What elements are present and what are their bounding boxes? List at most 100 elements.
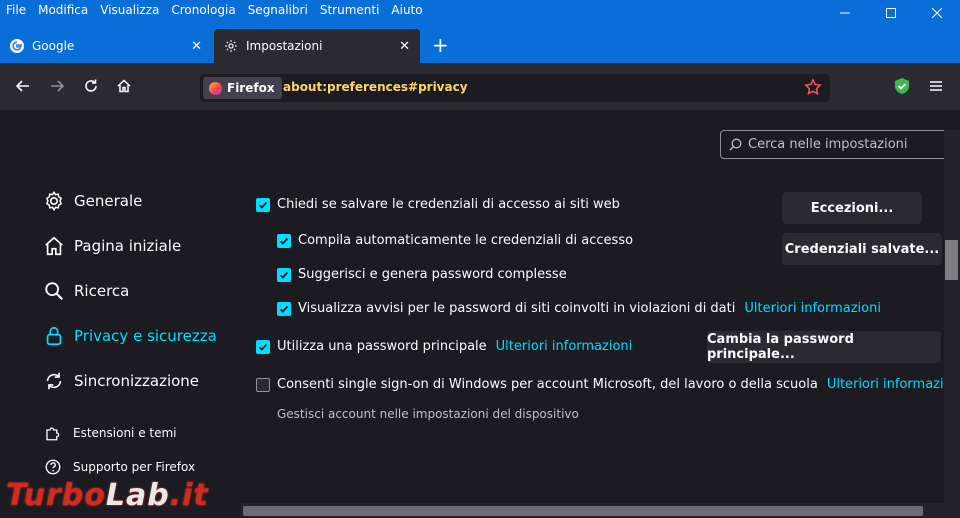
sidebar-item-pagina-iniziale[interactable]: Pagina iniziale bbox=[42, 234, 181, 258]
sync-icon bbox=[42, 369, 66, 393]
saved-logins-button[interactable]: Credenziali salvate... bbox=[782, 233, 942, 265]
breach-alerts-row: Visualizza avvisi per le password di sit… bbox=[277, 301, 881, 316]
suggest-passwords-row: Suggerisci e genera password complesse bbox=[277, 267, 567, 282]
sidebar-item-sincronizzazione[interactable]: Sincronizzazione bbox=[42, 369, 199, 393]
vertical-scrollbar[interactable] bbox=[944, 130, 960, 505]
help-icon bbox=[42, 456, 64, 478]
maximize-button[interactable] bbox=[868, 0, 914, 26]
close-window-button[interactable] bbox=[914, 0, 960, 26]
turbolab-watermark: TurboLab.it bbox=[6, 478, 209, 513]
puzzle-icon bbox=[42, 422, 64, 444]
bookmark-star-icon[interactable] bbox=[804, 78, 822, 100]
tab-impostazioni[interactable]: Impostazioni ✕ bbox=[214, 29, 420, 63]
lock-icon bbox=[42, 324, 66, 348]
close-tab-icon[interactable]: ✕ bbox=[191, 39, 202, 54]
breach-alerts-checkbox[interactable] bbox=[277, 301, 291, 316]
breach-alerts-label[interactable]: Visualizza avvisi per le password di sit… bbox=[298, 301, 735, 316]
suggest-passwords-label[interactable]: Suggerisci e genera password complesse bbox=[298, 267, 567, 282]
menu-cronologia[interactable]: Cronologia bbox=[165, 3, 241, 17]
menu-file[interactable]: File bbox=[0, 3, 32, 17]
exceptions-button[interactable]: Eccezioni... bbox=[782, 192, 922, 224]
url-bar[interactable]: Firefox about:preferences#privacy bbox=[200, 74, 830, 102]
gear-icon bbox=[224, 39, 238, 53]
tab-label: Impostazioni bbox=[246, 39, 323, 53]
ask-save-logins-row: Chiedi se salvare le credenziali di acce… bbox=[256, 197, 620, 212]
plus-icon: + bbox=[432, 33, 449, 57]
breach-learn-more-link[interactable]: Ulteriori informazioni bbox=[744, 301, 881, 316]
window-controls bbox=[822, 0, 960, 26]
sidebar-item-ricerca[interactable]: Ricerca bbox=[42, 279, 129, 303]
google-icon bbox=[10, 39, 24, 53]
windows-sso-checkbox[interactable] bbox=[256, 377, 270, 392]
menu-visualizza[interactable]: Visualizza bbox=[94, 3, 165, 17]
search-icon bbox=[42, 279, 66, 303]
menu-aiuto[interactable]: Aiuto bbox=[385, 3, 428, 17]
search-icon bbox=[729, 138, 742, 151]
vertical-scrollbar-thumb[interactable] bbox=[945, 240, 958, 280]
sso-learn-more-link[interactable]: Ulteriori informazioni bbox=[827, 377, 960, 392]
windows-sso-label[interactable]: Consenti single sign-on di Windows per a… bbox=[277, 377, 818, 392]
checkmark-icon bbox=[279, 305, 289, 313]
sidebar-item-privacy[interactable]: Privacy e sicurezza bbox=[42, 324, 217, 348]
maximize-icon bbox=[886, 8, 896, 18]
forward-button[interactable] bbox=[44, 73, 70, 99]
windows-sso-row: Consenti single sign-on di Windows per a… bbox=[256, 377, 960, 392]
primary-password-checkbox[interactable] bbox=[256, 339, 270, 354]
menu-segnalibri[interactable]: Segnalibri bbox=[242, 3, 314, 17]
sidebar-item-label: Privacy e sicurezza bbox=[74, 327, 217, 345]
ask-save-logins-checkbox[interactable] bbox=[256, 197, 270, 212]
autofill-logins-row: Compila automaticamente le credenziali d… bbox=[277, 233, 633, 248]
menu-modifica[interactable]: Modifica bbox=[32, 3, 94, 17]
back-button[interactable] bbox=[10, 73, 36, 99]
reload-icon bbox=[85, 79, 97, 92]
suggest-passwords-checkbox[interactable] bbox=[277, 267, 291, 282]
sidebar-item-label: Generale bbox=[74, 192, 143, 210]
change-primary-password-button[interactable]: Cambia la password principale... bbox=[707, 331, 941, 363]
identity-label: Firefox bbox=[227, 81, 275, 95]
ask-save-logins-label[interactable]: Chiedi se salvare le credenziali di acce… bbox=[277, 197, 620, 212]
sidebar-item-label: Estensioni e temi bbox=[73, 426, 177, 440]
autofill-logins-checkbox[interactable] bbox=[277, 233, 291, 248]
sidebar-item-generale[interactable]: Generale bbox=[42, 189, 142, 213]
arrow-right-icon bbox=[51, 80, 65, 92]
minimize-icon bbox=[840, 12, 850, 14]
home-icon bbox=[42, 234, 66, 258]
settings-search-input[interactable]: Cerca nelle impostazioni bbox=[720, 130, 960, 159]
close-tab-icon[interactable]: ✕ bbox=[399, 39, 410, 54]
checkmark-icon bbox=[279, 237, 289, 245]
horizontal-scrollbar-thumb[interactable] bbox=[243, 506, 923, 516]
sidebar-item-supporto[interactable]: Supporto per Firefox bbox=[42, 456, 195, 478]
hamburger-menu-icon bbox=[930, 81, 942, 91]
new-tab-button[interactable]: + bbox=[432, 33, 449, 57]
extension-shield-button[interactable] bbox=[889, 73, 915, 99]
sso-description: Gestisci account nelle impostazioni del … bbox=[277, 407, 579, 421]
minimize-button[interactable] bbox=[822, 0, 868, 26]
menu-strumenti[interactable]: Strumenti bbox=[314, 3, 386, 17]
close-icon bbox=[932, 8, 942, 18]
tab-google[interactable]: Google ✕ bbox=[0, 29, 212, 63]
home-icon bbox=[117, 79, 131, 93]
identity-box[interactable]: Firefox bbox=[203, 77, 282, 99]
sidebar-item-estensioni[interactable]: Estensioni e temi bbox=[42, 422, 177, 444]
arrow-left-icon bbox=[15, 80, 29, 92]
autofill-logins-label[interactable]: Compila automaticamente le credenziali d… bbox=[298, 233, 633, 248]
checkmark-icon bbox=[279, 271, 289, 279]
checkmark-icon bbox=[258, 201, 268, 209]
primary-password-row: Utilizza una password principale Ulterio… bbox=[256, 339, 632, 354]
sidebar-item-label: Pagina iniziale bbox=[74, 237, 182, 255]
tab-label: Google bbox=[32, 39, 75, 53]
primary-password-label[interactable]: Utilizza una password principale bbox=[277, 339, 487, 354]
checkmark-icon bbox=[258, 343, 268, 351]
gear-icon bbox=[42, 189, 66, 213]
sidebar-item-label: Supporto per Firefox bbox=[73, 460, 196, 474]
primary-learn-more-link[interactable]: Ulteriori informazioni bbox=[496, 339, 633, 354]
watermark-part-it: .it bbox=[169, 478, 209, 513]
search-placeholder: Cerca nelle impostazioni bbox=[748, 137, 908, 152]
watermark-part-turbo: Turbo bbox=[6, 478, 106, 513]
app-menu-button[interactable] bbox=[923, 73, 949, 99]
home-button[interactable] bbox=[111, 73, 137, 99]
url-text[interactable]: about:preferences#privacy bbox=[283, 80, 468, 94]
watermark-part-lab: Lab bbox=[105, 478, 170, 513]
menu-bar: File Modifica Visualizza Cronologia Segn… bbox=[0, 0, 429, 20]
reload-button[interactable] bbox=[78, 73, 104, 99]
